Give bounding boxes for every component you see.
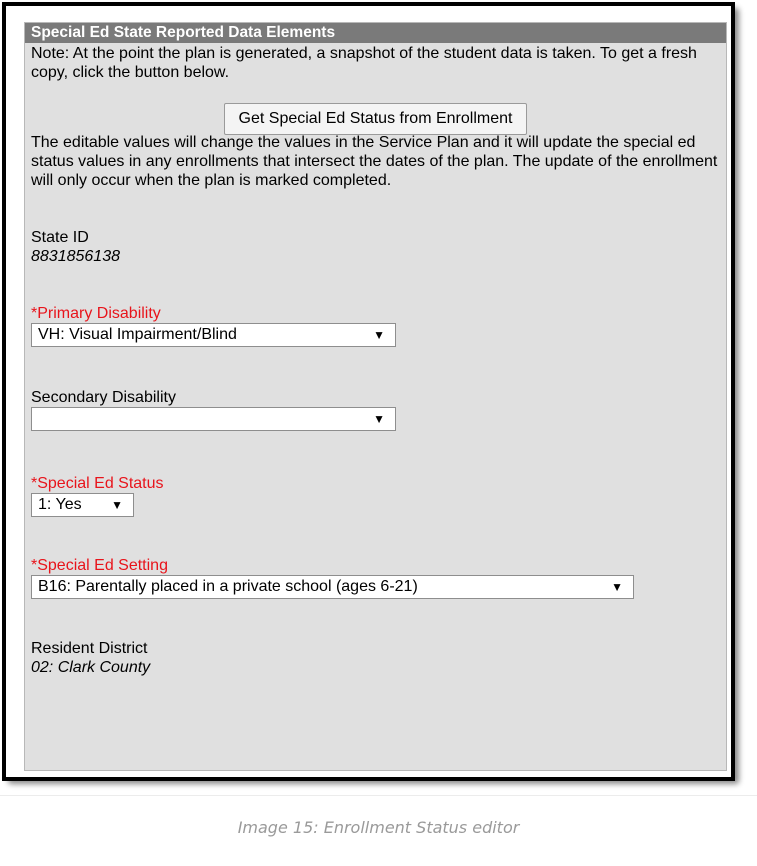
state-id-value: 8831856138 (31, 248, 120, 265)
help-text: The editable values will change the valu… (31, 134, 718, 189)
resident-district-label: Resident District (31, 640, 148, 657)
get-special-ed-status-button[interactable]: Get Special Ed Status from Enrollment (223, 103, 528, 135)
resident-district-value: 02: Clark County (31, 659, 151, 676)
screenshot-frame: Special Ed State Reported Data Elements … (2, 2, 735, 781)
special-ed-panel: Special Ed State Reported Data Elements … (24, 22, 727, 771)
chevron-down-icon: ▼ (373, 412, 385, 426)
special-ed-setting-selected: B16: Parentally placed in a private scho… (38, 578, 418, 595)
primary-disability-label: *Primary Disability (31, 305, 161, 322)
primary-disability-selected: VH: Visual Impairment/Blind (38, 326, 237, 343)
special-ed-status-selected: 1: Yes (38, 496, 82, 513)
special-ed-status-label: *Special Ed Status (31, 475, 164, 492)
secondary-disability-select[interactable]: ▼ (31, 407, 396, 431)
image-caption: Image 15: Enrollment Status editor (237, 818, 520, 837)
chevron-down-icon: ▼ (611, 580, 623, 594)
special-ed-setting-label: *Special Ed Setting (31, 557, 168, 574)
special-ed-setting-select[interactable]: B16: Parentally placed in a private scho… (31, 575, 634, 599)
chevron-down-icon: ▼ (373, 328, 385, 342)
chevron-down-icon: ▼ (111, 498, 123, 512)
button-row: Get Special Ed Status from Enrollment (25, 103, 726, 135)
secondary-disability-label: Secondary Disability (31, 389, 176, 406)
special-ed-status-select[interactable]: 1: Yes ▼ (31, 493, 134, 517)
panel-header: Special Ed State Reported Data Elements (25, 23, 726, 43)
primary-disability-select[interactable]: VH: Visual Impairment/Blind ▼ (31, 323, 396, 347)
snapshot-note: Note: At the point the plan is generated… (31, 45, 697, 81)
caption-divider (0, 795, 757, 796)
state-id-label: State ID (31, 229, 89, 246)
